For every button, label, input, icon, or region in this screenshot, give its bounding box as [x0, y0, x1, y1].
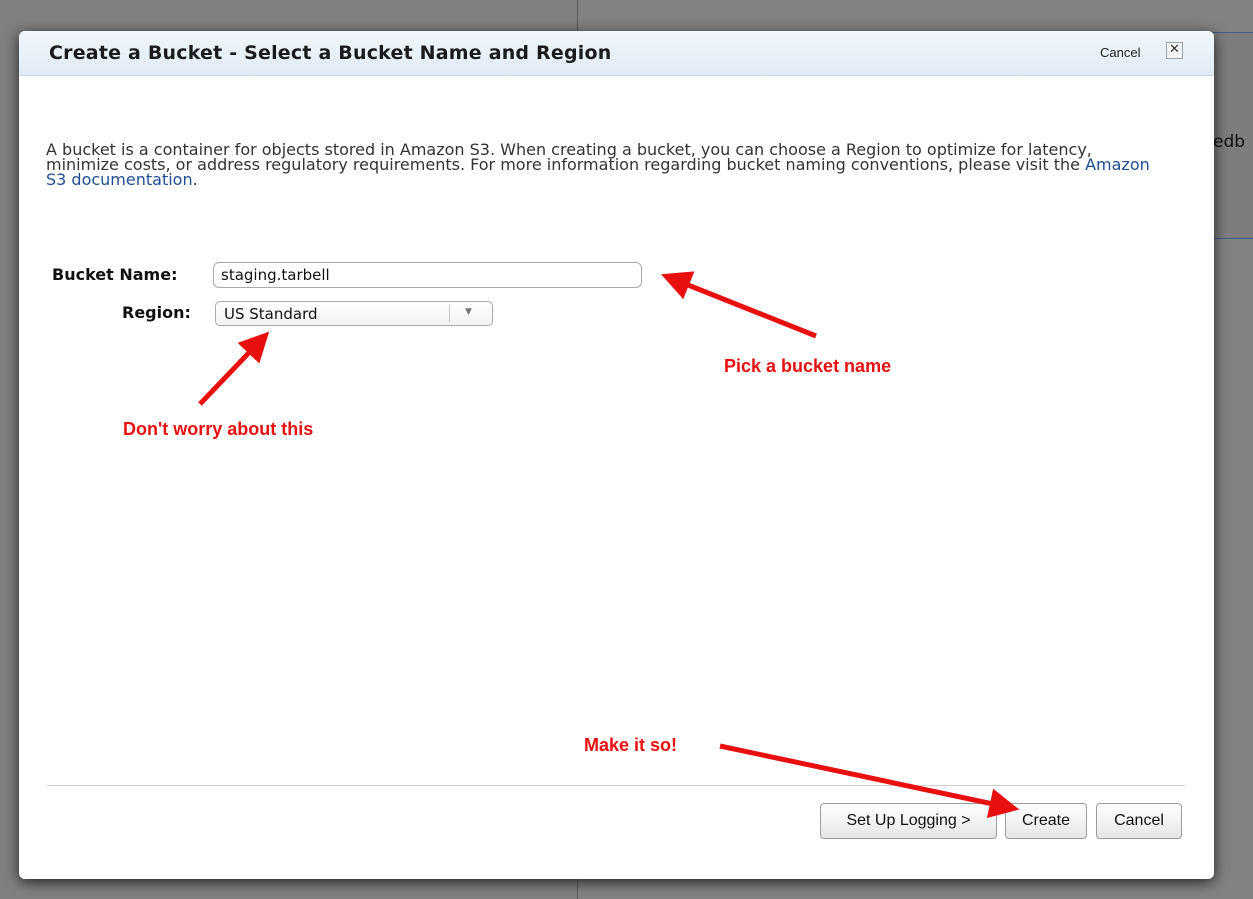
annotation-arrows [198, 271, 1020, 818]
annotation-make-it-so: Make it so! [584, 735, 678, 755]
arrow-to-region [198, 331, 270, 406]
annotation-dont-worry: Don't worry about this [123, 419, 314, 439]
annotation-pick-name: Pick a bucket name [724, 356, 892, 376]
arrow-to-bucket-name [661, 271, 817, 339]
arrow-to-create [719, 743, 1020, 818]
